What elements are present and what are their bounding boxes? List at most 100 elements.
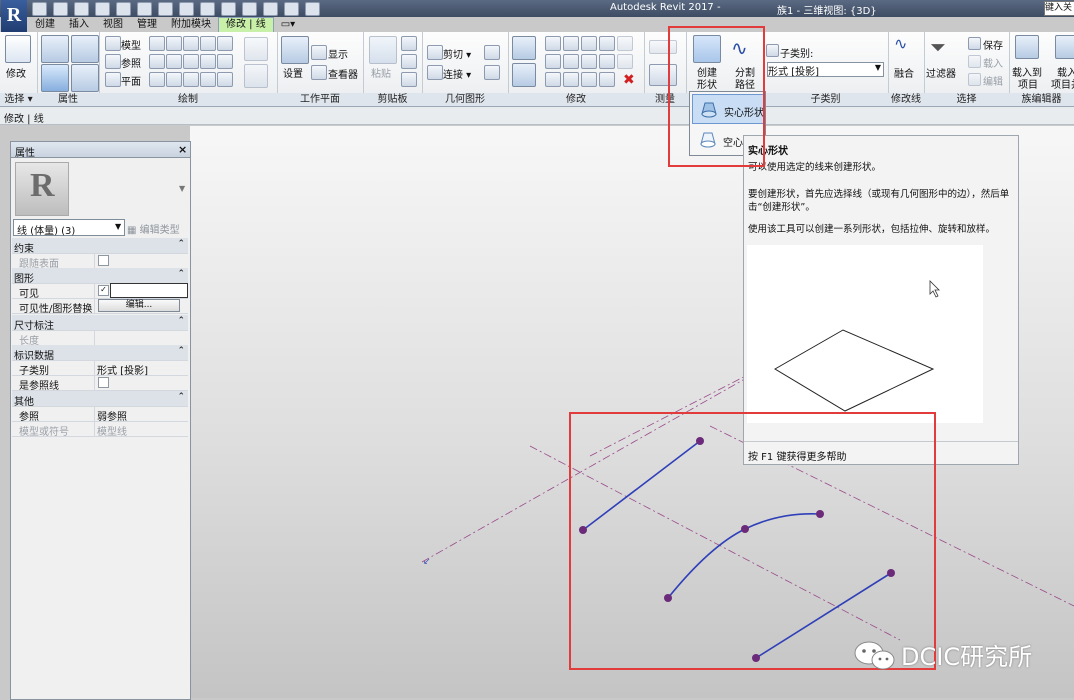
modify-button-label[interactable]: 修改 [6, 65, 26, 80]
unpin-icon[interactable] [617, 54, 633, 69]
visible-checkbox[interactable]: ✓ [98, 285, 109, 296]
save-icon[interactable] [53, 1, 68, 16]
thin-lines-icon[interactable] [263, 1, 278, 16]
load-into-project-label-2[interactable]: 项目 [1018, 76, 1038, 91]
is-reference-line-checkbox[interactable] [98, 377, 109, 388]
paste-icon[interactable] [369, 36, 397, 64]
sync-icon[interactable] [74, 1, 89, 16]
tab-addins[interactable]: 附加模块 [164, 18, 218, 32]
spline-icon[interactable] [217, 54, 233, 69]
partial-ellipse-icon[interactable] [166, 72, 182, 87]
mirror-axis-icon[interactable] [563, 36, 579, 51]
set-label[interactable]: 设置 [283, 65, 303, 80]
properties-icon[interactable] [41, 35, 69, 63]
edit-selection-icon[interactable] [968, 73, 981, 86]
tab-insert[interactable]: 插入 [62, 18, 96, 32]
load-selection-label[interactable]: 载入 [983, 55, 1003, 70]
pin-icon[interactable] [617, 36, 633, 51]
follow-surface-checkbox[interactable] [98, 255, 109, 266]
measure-icon[interactable] [158, 1, 173, 16]
close-icon[interactable]: × [178, 143, 187, 156]
void-icon[interactable] [484, 45, 500, 60]
move-icon[interactable] [512, 63, 536, 87]
group-other[interactable]: 其他 ⌃ [12, 391, 188, 408]
group-dimensions[interactable]: 尺寸标注 ⌃ [12, 315, 188, 332]
polygon-tool-icon[interactable] [183, 36, 199, 51]
ellipse-icon[interactable] [149, 72, 165, 87]
tab-create[interactable]: 创建 [28, 18, 62, 32]
tab-extra-dropdown[interactable]: ▭▾ [274, 18, 302, 32]
undo-icon[interactable] [95, 1, 110, 16]
cut-geometry-icon[interactable] [427, 45, 443, 60]
rotate-icon[interactable] [563, 54, 579, 69]
filter-label[interactable]: 过滤器 [926, 65, 956, 80]
switch-windows-icon[interactable] [305, 1, 320, 16]
cut-geometry-label[interactable]: 剪切 ▾ [443, 46, 471, 61]
load-into-project-close-label-2[interactable]: 项目并 [1051, 76, 1074, 91]
fillet-arc-icon[interactable] [200, 54, 216, 69]
delete-icon[interactable]: ✖ [623, 72, 635, 88]
arc-tangent-icon[interactable] [183, 54, 199, 69]
circle-tool-icon[interactable] [217, 36, 233, 51]
arc-start-end-icon[interactable] [149, 54, 165, 69]
join-geometry-icon[interactable] [427, 65, 443, 80]
mirror-draw-icon[interactable] [581, 36, 597, 51]
model-label[interactable]: 模型 [121, 37, 141, 52]
chevron-down-icon[interactable]: ▼ [179, 184, 185, 193]
edit-visibility-button[interactable]: 编辑... [98, 299, 180, 312]
draw-on-face-icon[interactable] [244, 37, 268, 61]
dimension-icon[interactable] [179, 1, 194, 16]
copy-icon[interactable] [401, 54, 417, 69]
plane-icon[interactable] [105, 72, 121, 87]
type-selector[interactable]: 线 (体量) (3) ▼ [13, 219, 125, 237]
align-icon[interactable] [512, 36, 536, 60]
trim-multiple-icon[interactable] [581, 72, 597, 87]
offset-icon[interactable] [545, 36, 561, 51]
redo-icon[interactable] [116, 1, 131, 16]
viewer-icon[interactable] [311, 65, 327, 80]
save-selection-icon[interactable] [968, 37, 981, 50]
open-icon[interactable] [32, 1, 47, 16]
filter-icon[interactable]: ⏷ [930, 35, 946, 59]
load-into-project-icon[interactable] [1015, 35, 1039, 59]
load-selection-icon[interactable] [968, 55, 981, 68]
trim-icon[interactable] [581, 54, 597, 69]
scale-icon[interactable] [545, 72, 561, 87]
panel-label-select[interactable]: 选择 ▾ [0, 93, 37, 106]
plane-label[interactable]: 平面 [121, 73, 141, 88]
type-properties-icon[interactable] [71, 64, 99, 92]
reference-line-icon[interactable] [105, 54, 121, 69]
group-constraints[interactable]: 约束 ⌃ [12, 238, 188, 255]
family-category-icon[interactable] [41, 64, 69, 92]
trim-single-icon[interactable] [563, 72, 579, 87]
extend-icon[interactable] [599, 72, 615, 87]
model-line-icon[interactable] [105, 36, 121, 51]
tab-modify-line[interactable]: 修改 | 线 [218, 17, 274, 32]
tab-view[interactable]: 视图 [96, 18, 130, 32]
print-icon[interactable] [137, 1, 152, 16]
join-geometry-label[interactable]: 连接 ▾ [443, 66, 471, 81]
split-face-icon[interactable] [484, 65, 500, 80]
group-graphics[interactable]: 图形 ⌃ [12, 268, 188, 285]
blend-label[interactable]: 融合 [894, 65, 914, 80]
paste-label[interactable]: 粘贴 [371, 65, 391, 80]
group-identity-data[interactable]: 标识数据 ⌃ [12, 345, 188, 362]
blend-icon[interactable]: ∿ [894, 34, 907, 53]
modify-arrow-icon[interactable] [5, 35, 31, 63]
edit-type-button[interactable]: ▦ 编辑类型 [127, 221, 180, 236]
load-into-project-close-icon[interactable] [1055, 35, 1074, 59]
ref-label[interactable]: 参照 [121, 55, 141, 70]
point-element-icon[interactable] [217, 72, 233, 87]
search-input[interactable]: 键入关 [1044, 1, 1074, 16]
copy-element-icon[interactable] [545, 54, 561, 69]
line-tool-icon[interactable] [149, 36, 165, 51]
subcategory-select[interactable]: 形式 [投影] ▼ [767, 62, 884, 78]
show-workplane-icon[interactable] [311, 45, 327, 60]
rectangle-tool-icon[interactable] [166, 36, 182, 51]
split-element-icon[interactable] [599, 36, 615, 51]
array-icon[interactable] [599, 54, 615, 69]
family-types-icon[interactable] [71, 35, 99, 63]
text-icon[interactable] [200, 1, 215, 16]
set-workplane-icon[interactable] [281, 36, 309, 64]
circumscribed-polygon-icon[interactable] [200, 36, 216, 51]
